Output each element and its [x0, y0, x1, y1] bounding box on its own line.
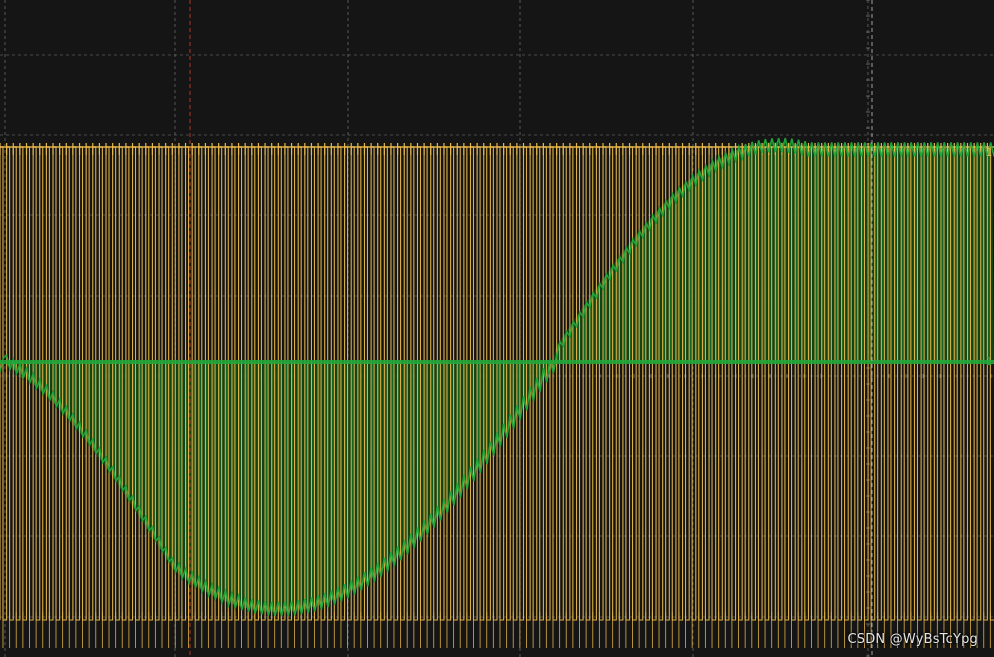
ch1-level-marker[interactable]: 1: [985, 147, 992, 158]
oscilloscope-screen: [0, 0, 994, 657]
ch2-level-marker[interactable]: 1: [985, 356, 992, 367]
watermark-text: CSDN @WyBsTcYpg: [847, 632, 978, 647]
ch1-pwm-trace: [0, 143, 994, 648]
ch1-pulse-train: [0, 146, 994, 621]
